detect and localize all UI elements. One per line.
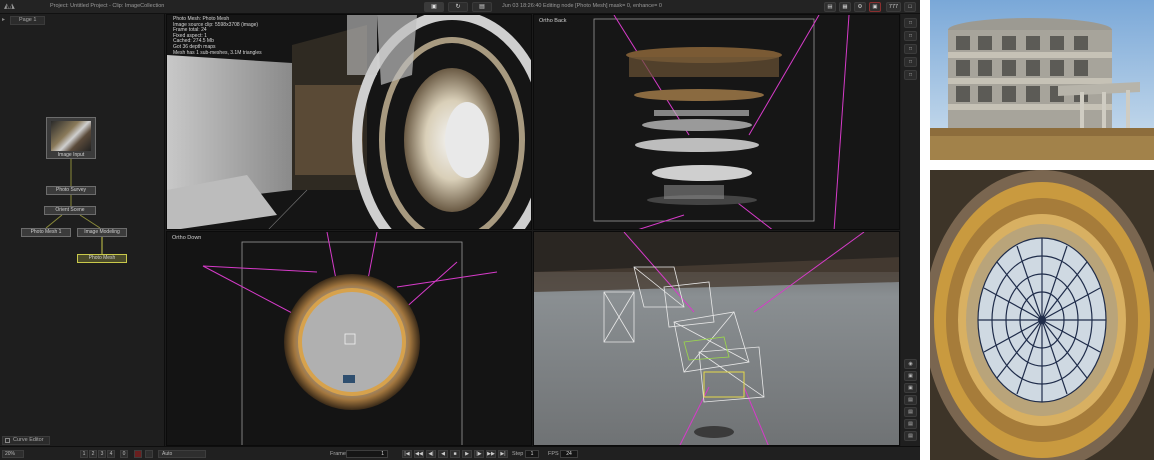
building-exterior-image [930, 0, 1154, 160]
frame-label: Frame [330, 451, 346, 457]
node-label: Image Input [57, 152, 85, 158]
grid-icon[interactable]: ▦ [839, 2, 851, 12]
viewport-v-button[interactable]: □ [904, 70, 917, 80]
rewind-button[interactable]: ◀◀ [414, 450, 424, 458]
mesh-tool-icon[interactable]: ▣ [904, 371, 917, 381]
node-graph-panel[interactable]: ▸ Page 1 Image Input Photo Survey Orient… [0, 14, 165, 446]
playback-bar: 20% 1 2 3 4 0 Auto Frame 1 |◀ ◀◀ ◀| ◀ ■ … [0, 446, 920, 460]
step-label: Step [512, 451, 524, 457]
points-tool-icon[interactable]: ▣ [904, 383, 917, 393]
camera-view-render [534, 232, 899, 445]
camera-view-button[interactable]: ▣ [424, 2, 444, 12]
go-to-start-button[interactable]: |◀ [402, 450, 412, 458]
step-input[interactable]: 1 [525, 450, 539, 458]
info-line: Mesh has 1 sub-meshes, 3.1M triangles [173, 49, 262, 56]
play-button[interactable]: ▶ [462, 450, 472, 458]
record-icon[interactable]: ▣ [869, 2, 881, 12]
texture-tool-icon[interactable]: ▤ [904, 419, 917, 429]
viewport-split-button[interactable]: □ [904, 31, 917, 41]
maximize-icon[interactable]: □ [904, 2, 916, 12]
node-photo-mesh-1[interactable]: Photo Mesh 1 [21, 228, 71, 237]
stop-button[interactable]: ■ [450, 450, 460, 458]
curve-editor-label: Curve Editor [13, 437, 44, 443]
frame-input[interactable]: 1 [346, 450, 388, 458]
fps-label: FPS [548, 451, 559, 457]
node-photo-survey[interactable]: Photo Survey [46, 186, 96, 195]
node-image-modeling[interactable]: Image Modeling [77, 228, 127, 237]
display-tool-icon[interactable]: ▤ [904, 395, 917, 405]
node-orient-scene[interactable]: Orient Scene [44, 206, 96, 215]
node-thumbnail [51, 121, 91, 151]
channel-button[interactable] [145, 450, 153, 458]
fast-forward-button[interactable]: ▶▶ [486, 450, 496, 458]
viewport-label: Ortho Down [172, 235, 202, 241]
performance-counter[interactable]: 777 [886, 2, 901, 12]
go-to-end-button[interactable]: ▶| [498, 450, 508, 458]
grid-tool-icon[interactable]: ▤ [904, 407, 917, 417]
app-logo-icon: ◭◮ [4, 3, 15, 10]
view-1-button[interactable]: 1 [80, 450, 88, 458]
node-image-input[interactable]: Image Input [46, 117, 96, 159]
zoom-select[interactable]: 20% [2, 450, 24, 458]
viewport-single-button[interactable]: □ [904, 18, 917, 28]
dome-interior-photo [930, 170, 1154, 460]
top-bar: ◭◮ Project: Untitled Project - Clip: Ima… [0, 0, 920, 14]
view-3-button[interactable]: 3 [98, 450, 106, 458]
ortho-down-viewport[interactable]: Ortho Down [166, 231, 532, 446]
right-toolbar: □ □ □ □ □ ◉ ▣ ▣ ▤ ▤ ▤ ▤ [901, 14, 920, 446]
project-title: Project: Untitled Project - Clip: ImageC… [50, 3, 165, 9]
checkbox-icon [5, 438, 10, 443]
view-2-button[interactable]: 2 [89, 450, 97, 458]
camera-tool-icon[interactable]: ◉ [904, 359, 917, 369]
dome-interior-image [930, 170, 1154, 460]
layout-view-button[interactable]: ▤ [472, 2, 492, 12]
red-channel-button[interactable] [134, 450, 142, 458]
step-back-button[interactable]: ◀| [426, 450, 436, 458]
status-line: Jun 03 18:26:40 Editing node [Photo Mesh… [502, 3, 662, 9]
play-reverse-button[interactable]: ◀ [438, 450, 448, 458]
viewport-h-button[interactable]: □ [904, 57, 917, 67]
step-forward-button[interactable]: |▶ [474, 450, 484, 458]
wireframe-tool-icon[interactable]: ▤ [904, 431, 917, 441]
layout-icon[interactable]: ▤ [824, 2, 836, 12]
application-window: ◭◮ Project: Untitled Project - Clip: Ima… [0, 0, 920, 460]
view-4-button[interactable]: 4 [107, 450, 115, 458]
mesh-info-overlay: Photo Mesh: Photo Mesh Image source clip… [173, 16, 262, 56]
view-0-button[interactable]: 0 [120, 450, 128, 458]
building-exterior-photo [930, 0, 1154, 160]
ortho-back-render [534, 15, 899, 229]
camera-viewport[interactable] [533, 231, 900, 446]
viewport-quad-button[interactable]: □ [904, 44, 917, 54]
auto-select[interactable]: Auto [158, 450, 206, 458]
settings-icon[interactable]: ⚙ [854, 2, 866, 12]
perspective-viewport[interactable]: Photo Mesh: Photo Mesh Image source clip… [166, 14, 532, 230]
refresh-view-button[interactable]: ↻ [448, 2, 468, 12]
viewport-label: Ortho Back [539, 18, 567, 24]
ortho-down-render [167, 232, 531, 445]
ortho-back-viewport[interactable]: Ortho Back [533, 14, 900, 230]
fps-input[interactable]: 24 [560, 450, 578, 458]
node-photo-mesh[interactable]: Photo Mesh [77, 254, 127, 263]
curve-editor-toggle[interactable]: Curve Editor [2, 436, 50, 445]
